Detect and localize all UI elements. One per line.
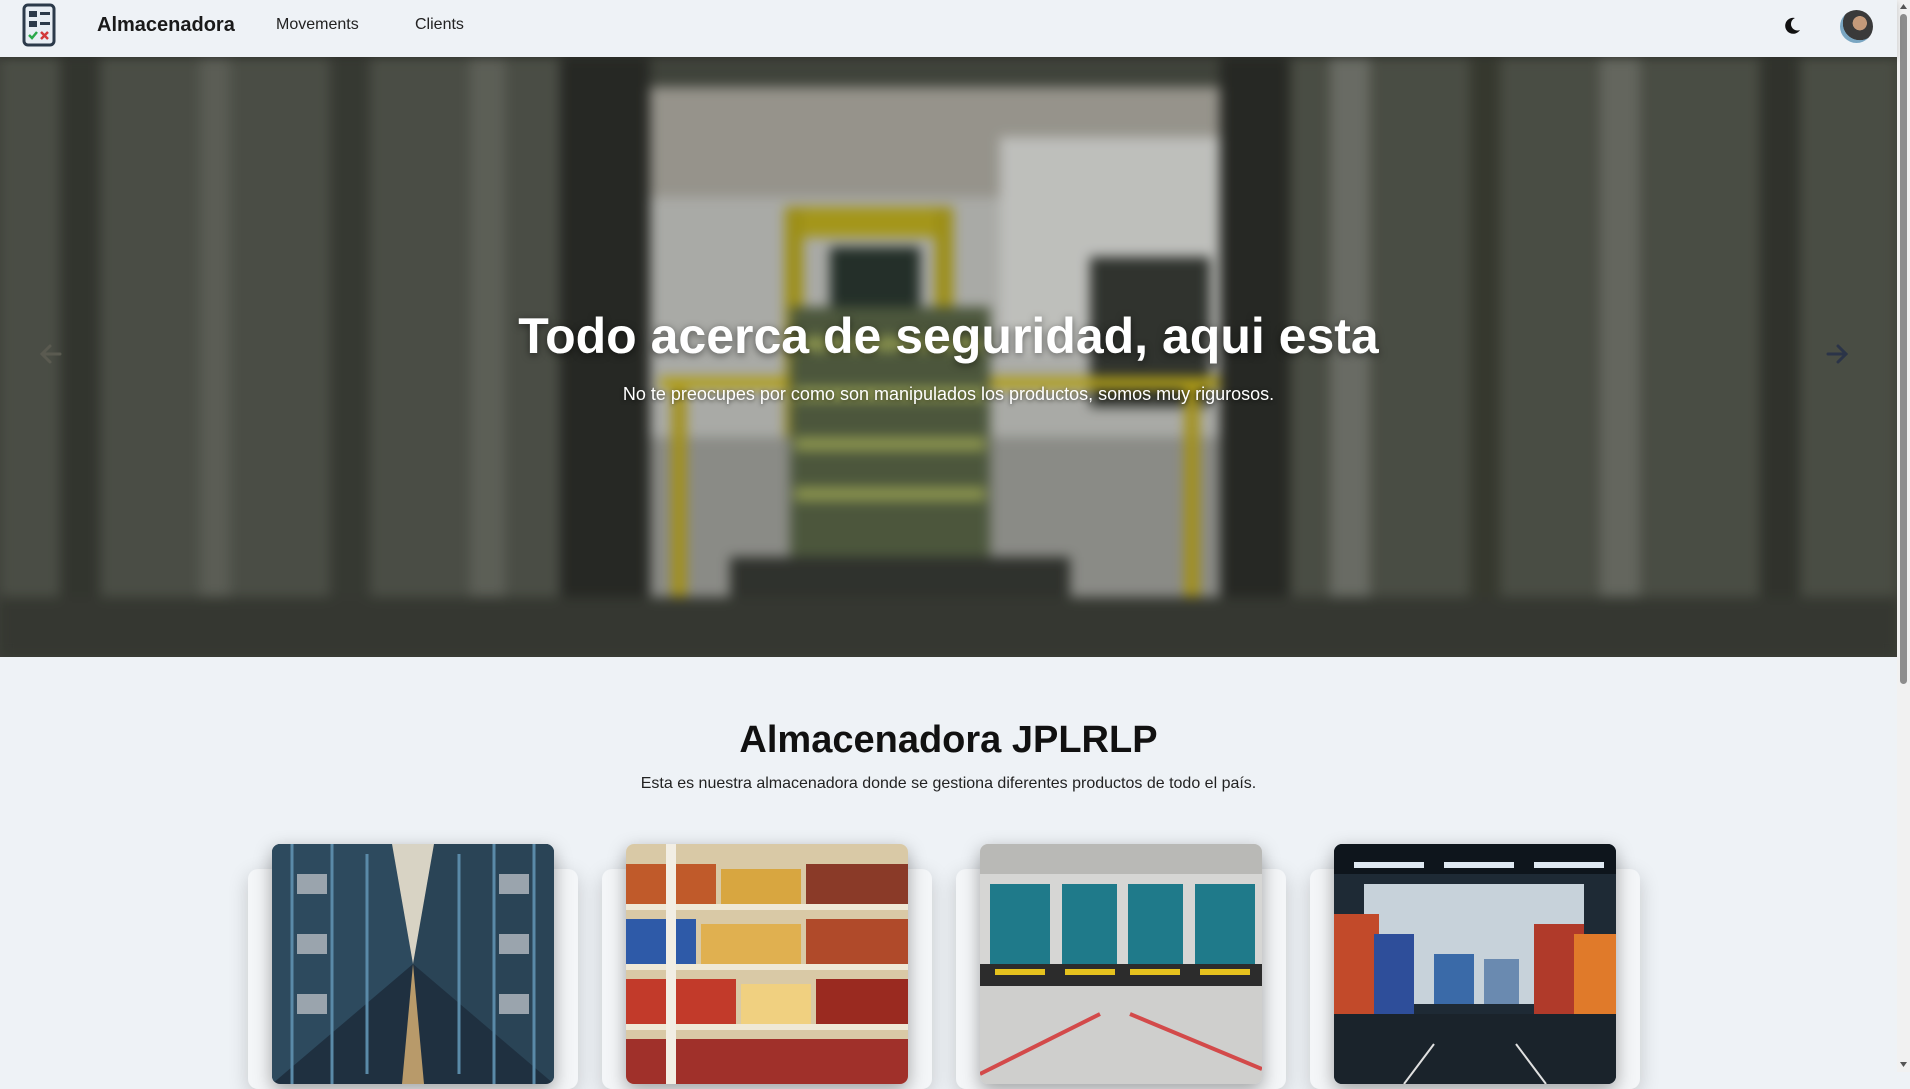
scroll-down-icon[interactable] xyxy=(1899,1060,1908,1069)
moon-icon[interactable] xyxy=(1782,16,1802,36)
nav-link-clients[interactable]: Clients xyxy=(415,16,464,34)
card-image-loading-docks[interactable] xyxy=(980,844,1262,1084)
vertical-scrollbar[interactable] xyxy=(1897,0,1910,1072)
avatar[interactable] xyxy=(1840,10,1873,43)
card-image-warehouse-interior[interactable] xyxy=(1334,844,1616,1084)
top-navbar: Almacenadora Movements Clients xyxy=(0,0,1897,57)
card-image-shelves[interactable] xyxy=(626,844,908,1084)
hero-title: Todo acerca de seguridad, aqui esta xyxy=(518,308,1379,364)
scroll-up-icon[interactable] xyxy=(1899,2,1908,11)
hero-carousel: Todo acerca de seguridad, aqui esta No t… xyxy=(0,57,1897,657)
hero-subtitle: No te preocupes por como son manipulados… xyxy=(622,384,1275,404)
calculator-icon[interactable] xyxy=(22,3,56,47)
brand-title[interactable]: Almacenadora xyxy=(97,14,235,37)
nav-link-movements[interactable]: Movements xyxy=(276,16,359,34)
section-subtitle: Esta es nuestra almacenadora donde se ge… xyxy=(640,775,1257,792)
section-title: Almacenadora JPLRLP xyxy=(739,719,1158,761)
scroll-thumb[interactable] xyxy=(1900,14,1907,684)
arrow-left-icon[interactable] xyxy=(34,337,68,371)
card-image-racks[interactable] xyxy=(272,844,554,1084)
arrow-right-icon[interactable] xyxy=(1820,337,1854,371)
